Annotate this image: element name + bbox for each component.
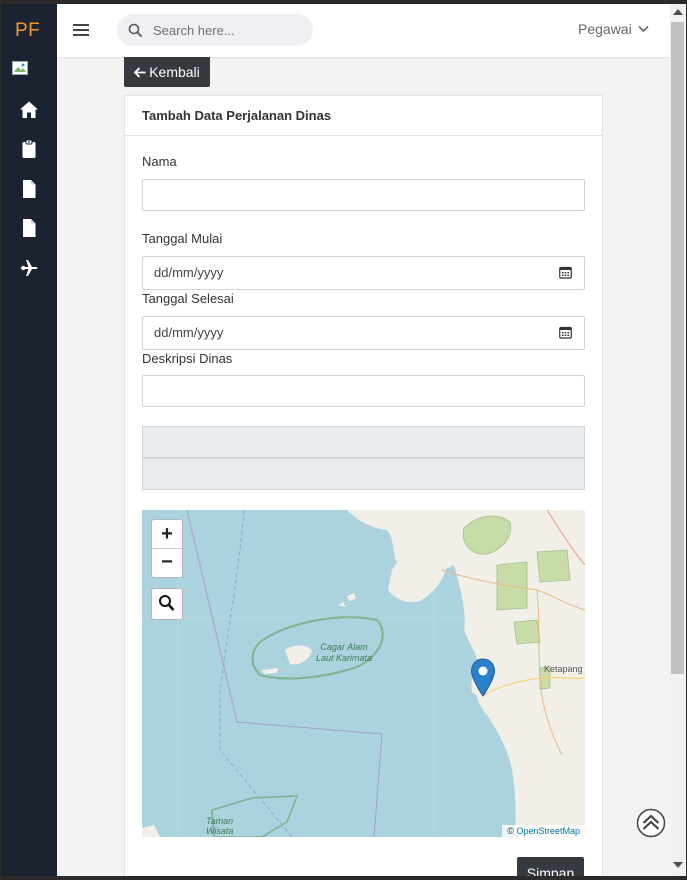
user-menu[interactable]: Pegawai xyxy=(578,21,649,37)
scroll-down-arrow[interactable] xyxy=(673,862,683,868)
back-button-label: Kembali xyxy=(149,64,200,80)
longitude-field xyxy=(142,458,585,490)
map-attribution: © OpenStreetMap xyxy=(502,825,585,837)
clipboard-icon[interactable] xyxy=(19,139,39,159)
tanggal-selesai-input[interactable]: dd/mm/yyyy xyxy=(142,316,585,350)
sidebar: PF xyxy=(1,4,57,876)
arrow-left-icon xyxy=(134,66,146,78)
magnifier-icon xyxy=(159,595,175,611)
tanggal-mulai-input[interactable]: dd/mm/yyyy xyxy=(142,256,585,290)
map-label-park: Taman Wisata xyxy=(206,816,233,836)
search-box xyxy=(117,14,313,46)
zoom-in-button[interactable]: + xyxy=(152,520,182,549)
calendar-icon[interactable] xyxy=(559,326,572,339)
file-icon[interactable] xyxy=(19,218,39,238)
map-label-park-line2: Wisata xyxy=(206,826,234,836)
file-icon[interactable] xyxy=(19,179,39,199)
location-map[interactable]: Cagar Alam Laut Karimata Ketapang Taman … xyxy=(142,510,585,837)
page-scrollbar[interactable] xyxy=(670,4,686,876)
save-button[interactable]: Simpan xyxy=(517,857,584,876)
card-header: Tambah Data Perjalanan Dinas xyxy=(125,96,602,136)
search-input[interactable] xyxy=(153,14,303,46)
tanggal-mulai-label: Tanggal Mulai xyxy=(142,231,223,246)
zoom-control: + − xyxy=(151,519,183,578)
tanggal-selesai-placeholder: dd/mm/yyyy xyxy=(154,325,224,340)
tanggal-selesai-label: Tanggal Selesai xyxy=(142,291,234,306)
zoom-out-button[interactable]: − xyxy=(152,548,182,576)
map-label-reserve-line2: Laut Karimata xyxy=(316,653,373,663)
home-icon[interactable] xyxy=(19,100,39,120)
top-navbar: Pegawai xyxy=(57,4,670,57)
calendar-icon[interactable] xyxy=(559,266,572,279)
brand-logo[interactable]: PF xyxy=(15,20,40,42)
map-label-park-line1: Taman xyxy=(206,816,234,826)
attribution-link[interactable]: OpenStreetMap xyxy=(516,826,580,836)
map-label-town: Ketapang xyxy=(544,664,583,674)
map-label-reserve: Cagar Alam Laut Karimata xyxy=(316,642,372,664)
attribution-prefix: © xyxy=(507,826,514,836)
back-button[interactable]: Kembali xyxy=(124,57,210,87)
chevron-down-icon xyxy=(638,25,649,33)
browser-viewport: PF Search here... Pegawai Kembali Tambah… xyxy=(1,4,686,876)
scroll-to-top-icon[interactable] xyxy=(636,808,666,838)
nama-input[interactable] xyxy=(142,179,585,211)
form-card: Tambah Data Perjalanan Dinas Nama Tangga… xyxy=(124,95,603,876)
map-label-reserve-line1: Cagar Alam xyxy=(320,642,368,652)
map-search-button[interactable] xyxy=(151,588,183,620)
broken-image-icon xyxy=(12,61,28,75)
deskripsi-label: Deskripsi Dinas xyxy=(142,351,233,366)
hamburger-menu-icon[interactable] xyxy=(71,20,91,40)
plane-icon[interactable] xyxy=(19,258,39,278)
search-icon xyxy=(128,23,143,38)
nama-label: Nama xyxy=(142,154,177,169)
map-marker-icon[interactable] xyxy=(470,658,496,698)
scroll-up-arrow[interactable] xyxy=(673,9,683,15)
user-menu-label: Pegawai xyxy=(578,21,632,37)
deskripsi-input[interactable] xyxy=(142,375,585,407)
scroll-thumb[interactable] xyxy=(671,22,684,674)
map-tiles xyxy=(142,510,585,837)
latitude-field xyxy=(142,426,585,458)
tanggal-mulai-placeholder: dd/mm/yyyy xyxy=(154,265,224,280)
form-title: Tambah Data Perjalanan Dinas xyxy=(142,108,332,123)
